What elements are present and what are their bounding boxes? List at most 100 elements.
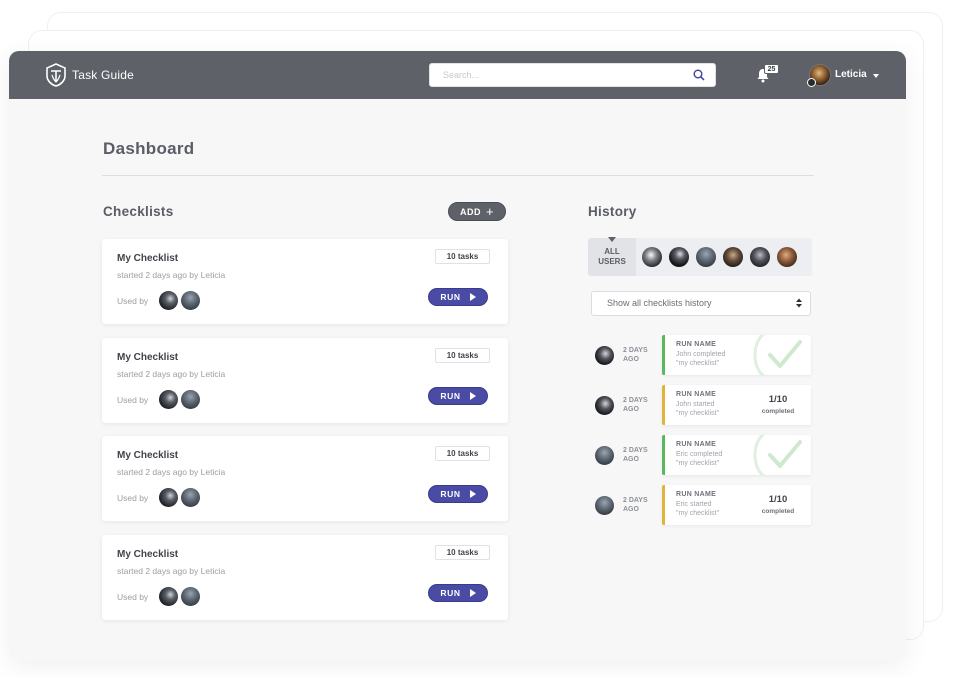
run-name: RUN NAME [676, 341, 717, 348]
user-filter-avatar[interactable] [750, 247, 770, 267]
user-avatar [159, 291, 178, 310]
play-icon [469, 392, 476, 400]
history-time: 2 DAYS AGO [623, 346, 657, 364]
run-button-label: RUN [440, 391, 461, 401]
history-time: 2 DAYS AGO [623, 396, 657, 414]
status-bar-in-progress [662, 385, 665, 425]
checklist-name: My Checklist [117, 549, 179, 560]
checklist-history-select[interactable]: Show all checklists history [591, 291, 811, 316]
search-input[interactable] [430, 64, 680, 86]
run-button-label: RUN [440, 588, 461, 598]
checklist-card[interactable]: My Checklist started 2 days ago by Letic… [102, 338, 508, 423]
user-filter-avatar[interactable] [723, 247, 743, 267]
run-name: RUN NAME [676, 391, 717, 398]
page-title: Dashboard [103, 139, 195, 158]
user-avatar [181, 587, 200, 606]
time-ago-line1: 2 DAYS [623, 497, 648, 504]
user-name[interactable]: Leticia [835, 69, 867, 80]
run-checklist: "my checklist" [676, 360, 720, 367]
time-ago-line1: 2 DAYS [623, 447, 648, 454]
user-status-dot [807, 78, 816, 87]
app-title: Task Guide [72, 68, 135, 82]
user-avatar [159, 488, 178, 507]
history-time: 2 DAYS AGO [623, 446, 657, 464]
time-ago-line2: AGO [623, 506, 639, 513]
user-menu-caret-icon[interactable] [873, 74, 879, 78]
checklist-card[interactable]: My Checklist started 2 days ago by Letic… [102, 436, 508, 521]
run-progress-label: completed [761, 408, 795, 415]
user-avatar[interactable] [807, 64, 831, 87]
checklist-card[interactable]: My Checklist started 2 days ago by Letic… [102, 535, 508, 620]
run-action: Eric started [676, 501, 712, 508]
status-bar-completed [662, 335, 665, 375]
history-user-avatar [595, 446, 614, 465]
used-by-label: Used by [117, 592, 149, 602]
history-user-avatar [595, 346, 614, 365]
run-action: John started [676, 401, 715, 408]
all-users-filter-button[interactable]: ALL USERS [588, 237, 636, 276]
run-name: RUN NAME [676, 441, 717, 448]
task-guide-logo-icon[interactable] [45, 63, 67, 87]
run-action: John completed [676, 351, 726, 358]
checklist-meta: started 2 days ago by Leticia [117, 369, 226, 379]
time-ago-line1: 2 DAYS [623, 347, 648, 354]
time-ago-line2: AGO [623, 356, 639, 363]
search-icon[interactable] [693, 69, 705, 81]
task-count-badge: 10 tasks [435, 348, 490, 363]
history-user-avatar [595, 396, 614, 415]
run-button[interactable]: RUN [428, 387, 488, 405]
app-window: Task Guide 25 Leticia Dashboard Checklis… [9, 51, 906, 660]
history-entry[interactable]: 2 DAYS AGO RUN NAME John completed "my ch… [595, 335, 811, 375]
completed-check-icon [753, 435, 802, 475]
run-checklist: "my checklist" [676, 460, 720, 467]
title-divider [102, 175, 814, 176]
checklist-meta: started 2 days ago by Leticia [117, 467, 226, 477]
top-navigation-bar: Task Guide 25 Leticia [9, 51, 906, 99]
history-run-card[interactable]: RUN NAME John completed "my checklist" [662, 335, 811, 375]
notification-count-badge: 25 [764, 64, 779, 74]
user-filter-avatar[interactable] [696, 247, 716, 267]
checklist-meta: started 2 days ago by Leticia [117, 270, 226, 280]
user-filter-avatar[interactable] [777, 247, 797, 267]
checklists-section-title: Checklists [103, 204, 174, 219]
task-count-badge: 10 tasks [435, 249, 490, 264]
run-button-label: RUN [440, 292, 461, 302]
completed-check-icon [753, 335, 802, 375]
run-button[interactable]: RUN [428, 288, 488, 306]
history-section-title: History [588, 204, 637, 219]
select-arrows-icon [796, 298, 802, 308]
history-run-card[interactable]: RUN NAME John started "my checklist" 1/1… [662, 385, 811, 425]
add-button-label: ADD [459, 206, 481, 217]
run-progress-label: completed [761, 508, 795, 515]
history-time: 2 DAYS AGO [623, 496, 657, 514]
run-button[interactable]: RUN [428, 584, 488, 602]
user-filter-avatar[interactable] [642, 247, 662, 267]
user-avatar [159, 390, 178, 409]
user-avatar [159, 587, 178, 606]
run-progress: 1/10 [768, 394, 788, 405]
search-box[interactable] [429, 63, 716, 87]
history-entry[interactable]: 2 DAYS AGO RUN NAME John started "my chec… [595, 385, 811, 425]
checklist-name: My Checklist [117, 253, 179, 264]
history-entry[interactable]: 2 DAYS AGO RUN NAME Eric completed "my ch… [595, 435, 811, 475]
user-avatar [181, 291, 200, 310]
checklist-card[interactable]: My Checklist started 2 days ago by Letic… [102, 239, 508, 324]
run-action: Eric completed [676, 451, 723, 458]
checklist-meta: started 2 days ago by Leticia [117, 566, 226, 576]
run-name: RUN NAME [676, 491, 717, 498]
history-user-filter: ALL USERS [588, 237, 812, 276]
add-checklist-button[interactable]: ADD + [448, 202, 506, 221]
used-by-label: Used by [117, 296, 149, 306]
user-avatar [181, 390, 200, 409]
history-run-card[interactable]: RUN NAME Eric started "my checklist" 1/1… [662, 485, 811, 525]
time-ago-line2: AGO [623, 456, 639, 463]
run-button[interactable]: RUN [428, 485, 488, 503]
user-filter-avatar[interactable] [669, 247, 689, 267]
task-count-badge: 10 tasks [435, 446, 490, 461]
all-users-label-line1: ALL [604, 247, 620, 256]
history-run-card[interactable]: RUN NAME Eric completed "my checklist" [662, 435, 811, 475]
plus-icon: + [485, 203, 495, 219]
history-entry[interactable]: 2 DAYS AGO RUN NAME Eric started "my chec… [595, 485, 811, 525]
status-bar-completed [662, 435, 665, 475]
status-bar-in-progress [662, 485, 665, 525]
